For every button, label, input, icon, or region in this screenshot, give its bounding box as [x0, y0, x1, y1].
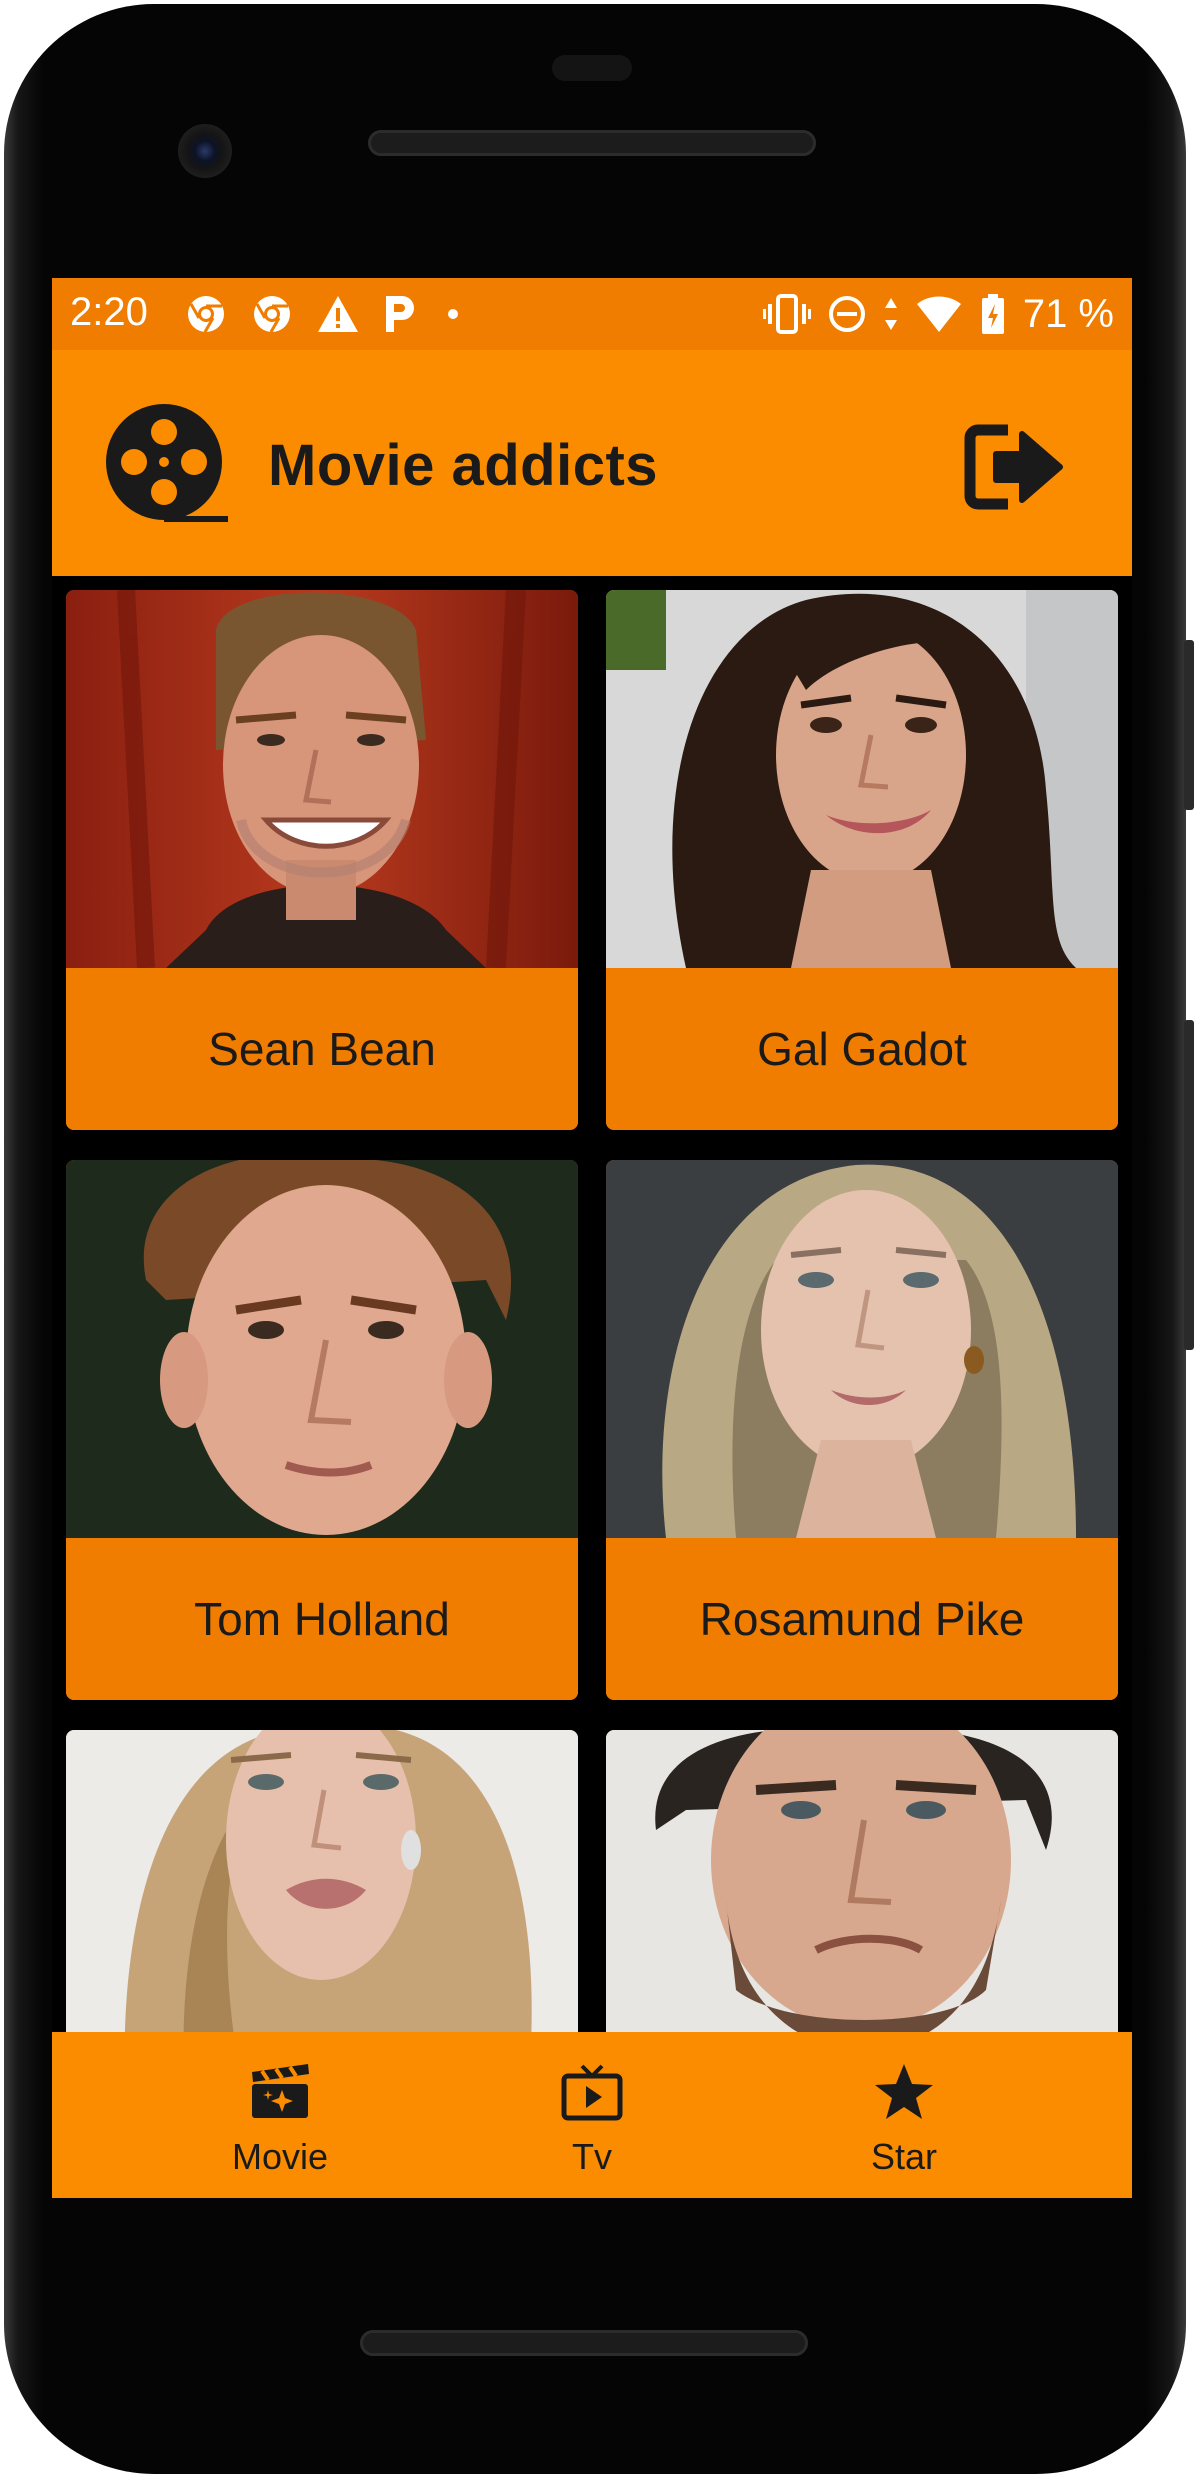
volume-button: [1184, 1020, 1194, 1350]
logout-icon[interactable]: [964, 420, 1068, 514]
nav-item-star[interactable]: Star: [804, 2032, 1004, 2198]
app-title: Movie addicts: [268, 433, 659, 498]
bottom-navigation: Movie Tv Star: [52, 2032, 1132, 2198]
tv-icon: [561, 2064, 623, 2121]
device-frame: 2:20 71 % Movie addicts Sean Bean Gal Ga…: [0, 0, 1194, 2480]
star-card[interactable]: Sean Bean: [66, 590, 578, 1130]
vibrate-icon: [762, 294, 811, 334]
warning-icon: [318, 296, 358, 332]
star-card[interactable]: Rosamund Pike: [606, 1160, 1118, 1700]
star-name: Tom Holland: [66, 1538, 578, 1700]
system-icons: 71 %: [762, 290, 1114, 338]
star-photo: [606, 590, 1118, 968]
star-card[interactable]: Gal Gadot: [606, 590, 1118, 1130]
screen: 2:20 71 % Movie addicts Sean Bean Gal Ga…: [52, 278, 1132, 2198]
star-name: Sean Bean: [66, 968, 578, 1130]
movie-clapper-icon: [252, 2064, 309, 2118]
star-icon: [875, 2064, 933, 2119]
star-card[interactable]: [606, 1730, 1118, 2048]
film-reel-icon: [106, 404, 228, 522]
nav-item-tv[interactable]: Tv: [492, 2032, 692, 2198]
star-photo: [606, 1160, 1118, 1538]
data-arrows-icon: [884, 298, 897, 330]
battery-percent: 71 %: [1022, 291, 1114, 336]
star-card[interactable]: Tom Holland: [66, 1160, 578, 1700]
parking-icon: [386, 296, 414, 332]
front-camera: [178, 124, 232, 178]
proximity-sensor: [552, 55, 632, 81]
nav-label: Tv: [572, 2136, 612, 2177]
star-name: Gal Gadot: [606, 968, 1118, 1130]
bottom-speaker: [360, 2330, 808, 2356]
status-time: 2:20: [70, 290, 148, 334]
top-speaker: [368, 130, 816, 156]
star-photo: [606, 1730, 1118, 2048]
star-photo: [66, 590, 578, 968]
star-photo: [66, 1730, 578, 2048]
nav-label: Movie: [231, 2136, 329, 2177]
chrome-icon: [254, 296, 290, 333]
dot-icon: [448, 309, 458, 319]
chrome-icon: [188, 296, 224, 333]
star-photo: [66, 1160, 578, 1538]
status-bar: 2:20 71 %: [52, 278, 1132, 350]
do-not-disturb-icon: [828, 296, 865, 332]
star-name: Rosamund Pike: [606, 1538, 1118, 1700]
app-bar: Movie addicts: [52, 350, 1132, 576]
power-button: [1184, 640, 1194, 810]
star-card[interactable]: [66, 1730, 578, 2048]
nav-label: Star: [870, 2136, 938, 2177]
wifi-icon: [916, 296, 961, 332]
notification-icons: [184, 292, 468, 336]
stars-grid: Sean Bean Gal Gadot Tom Holland Rosamund…: [52, 576, 1132, 2048]
battery-charging-icon: [981, 294, 1004, 334]
nav-item-movie[interactable]: Movie: [180, 2032, 380, 2198]
